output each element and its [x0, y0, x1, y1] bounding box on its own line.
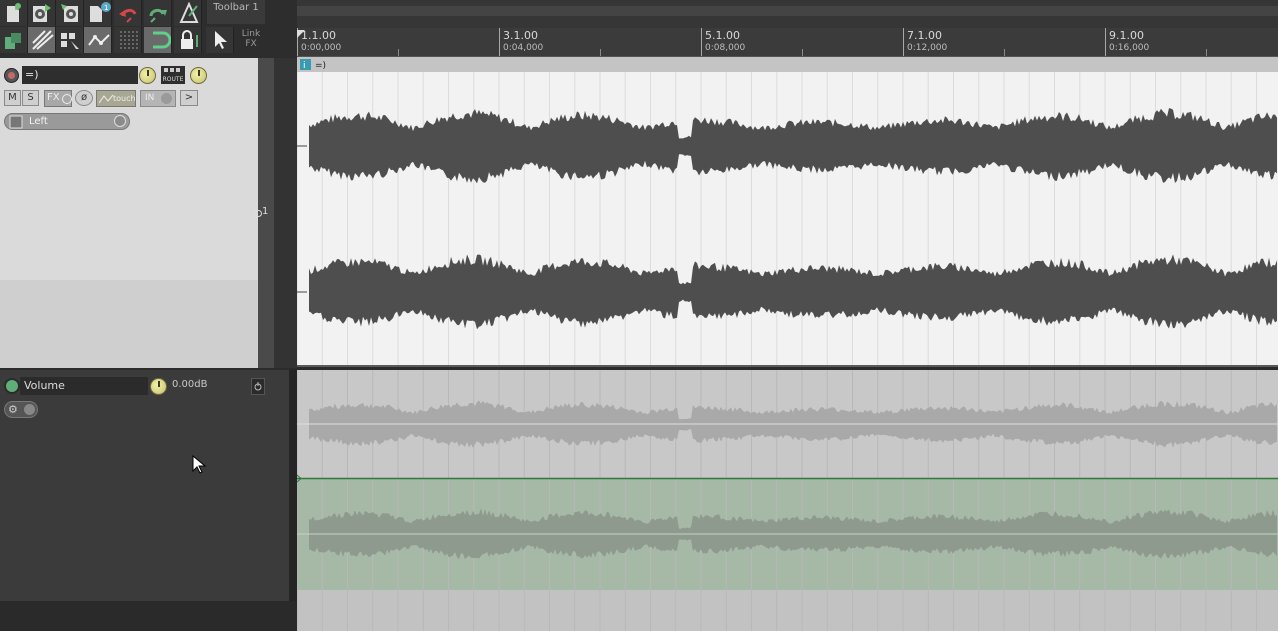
- grid-icon: [120, 31, 138, 51]
- mute-button[interactable]: M: [4, 90, 21, 106]
- phase-icon[interactable]: ø: [75, 90, 93, 106]
- chevron-down-icon: [114, 115, 126, 127]
- snap-button[interactable]: [144, 27, 172, 53]
- main-toolbar: 1 Toolbar 1 Link FX: [0, 0, 297, 58]
- trim-icon: [5, 33, 21, 49]
- redo-button[interactable]: [144, 0, 172, 26]
- redo-icon: [149, 8, 167, 23]
- item-name: =): [315, 61, 326, 71]
- cursor-tool-button[interactable]: [206, 27, 234, 53]
- project-settings-icon: 1: [90, 2, 111, 22]
- lock-button[interactable]: [174, 27, 202, 53]
- envelope-bypass-button[interactable]: [251, 378, 265, 395]
- envelope-lane-panel: [0, 370, 289, 601]
- ruler-mark: 3.1.00 0:04,000: [499, 28, 543, 56]
- ruler-measure: 3.1.00: [503, 29, 538, 42]
- arrange-view[interactable]: i =): [297, 57, 1278, 631]
- toolbar-title: Toolbar 1: [207, 0, 265, 24]
- envelope-value: 0.00dB: [172, 379, 208, 390]
- input-monitor-button[interactable]: IN: [140, 90, 176, 107]
- power-icon: [254, 382, 262, 391]
- solo-button[interactable]: S: [22, 90, 39, 106]
- automation-mode-button[interactable]: touch: [96, 90, 136, 107]
- envelope-value-knob[interactable]: [150, 378, 167, 395]
- mouse-cursor-icon: [192, 455, 206, 474]
- track-panel-lower: [0, 280, 258, 368]
- open-project-icon: [33, 4, 51, 22]
- undo-icon: [119, 8, 137, 23]
- ruler-mark: 5.1.00 0:08,000: [701, 28, 745, 56]
- track-name-field[interactable]: =): [22, 66, 138, 84]
- envelope-name[interactable]: Volume: [20, 377, 148, 395]
- send-icon[interactable]: >: [180, 90, 198, 106]
- ruler-time: 0:16,000: [1109, 43, 1150, 53]
- envelope-icon: [88, 34, 110, 46]
- snap-icon: [153, 31, 171, 49]
- project-settings-button[interactable]: 1: [84, 0, 112, 26]
- track-panel-gutter: [274, 58, 297, 368]
- item-header: [297, 57, 1278, 72]
- ruler-time: 0:04,000: [503, 43, 544, 53]
- timeline-ruler[interactable]: 1.1.00 0:00,000 3.1.00 0:04,000 5.1.00 0…: [297, 28, 1278, 57]
- save-icon: [61, 4, 78, 22]
- lock-icon: [181, 30, 198, 49]
- undo-button[interactable]: [114, 0, 142, 26]
- open-project-button[interactable]: [28, 0, 56, 26]
- new-project-icon: [7, 3, 21, 22]
- ruler-measure: 9.1.00: [1109, 29, 1144, 42]
- ruler-mark: 7.1.00 0:12,000: [903, 28, 947, 56]
- route-button[interactable]: ROUTE: [161, 66, 185, 84]
- save-project-button[interactable]: [56, 0, 84, 26]
- envelope-settings-button[interactable]: ⚙: [4, 401, 38, 418]
- ripple-icon: [32, 30, 54, 50]
- grid-button[interactable]: [114, 27, 142, 53]
- fx-bypass-icon[interactable]: [62, 94, 72, 104]
- new-project-button[interactable]: [0, 0, 28, 26]
- route-label: ROUTE: [162, 76, 184, 83]
- auto-crossfade-button[interactable]: [56, 27, 84, 53]
- cursor-icon: [215, 31, 227, 49]
- record-arm-button[interactable]: [4, 68, 19, 83]
- envelope-icon: [99, 94, 113, 104]
- input-channel-label: Left: [29, 116, 48, 127]
- scroll-strip[interactable]: [297, 0, 1278, 28]
- automation-mode-label: touch: [113, 94, 136, 103]
- svg-text:1: 1: [104, 4, 108, 12]
- metronome-icon: [179, 2, 199, 23]
- item-grouping-button[interactable]: [0, 27, 28, 53]
- fx-button[interactable]: FX: [44, 90, 72, 107]
- link-fx-button[interactable]: Link FX: [237, 28, 265, 54]
- fx-label: FX: [47, 92, 60, 103]
- ruler-time: 0:08,000: [705, 43, 746, 53]
- ruler-measure: 5.1.00: [705, 29, 740, 42]
- input-icon: [9, 115, 23, 129]
- start-marker-icon: [297, 30, 305, 38]
- input-select[interactable]: Left: [4, 113, 130, 130]
- ripple-edit-button[interactable]: [28, 27, 56, 53]
- settings-icon: ⚙: [8, 403, 18, 416]
- crossfade-icon: [61, 33, 79, 49]
- chevron-down-icon: [161, 93, 172, 104]
- envelope-divider: [289, 370, 297, 631]
- ruler-time: 0:00,000: [301, 43, 342, 53]
- bottom-empty-area: [0, 601, 297, 631]
- ruler-measure: 7.1.00: [907, 29, 942, 42]
- ruler-mark: 9.1.00 0:16,000: [1105, 28, 1149, 56]
- route-icon: [164, 68, 180, 72]
- volume-knob[interactable]: [139, 67, 156, 84]
- track-number: 1: [262, 206, 269, 217]
- pan-knob[interactable]: [190, 67, 207, 84]
- envelope-arm-button[interactable]: [4, 378, 20, 394]
- metronome-button[interactable]: [174, 0, 202, 26]
- item-badge: i: [303, 61, 306, 71]
- track-height-handle[interactable]: [255, 210, 262, 217]
- chevron-down-icon: [24, 404, 35, 415]
- envelope-points-button[interactable]: [84, 27, 112, 53]
- input-label: IN: [145, 93, 155, 103]
- ruler-time: 0:12,000: [907, 43, 948, 53]
